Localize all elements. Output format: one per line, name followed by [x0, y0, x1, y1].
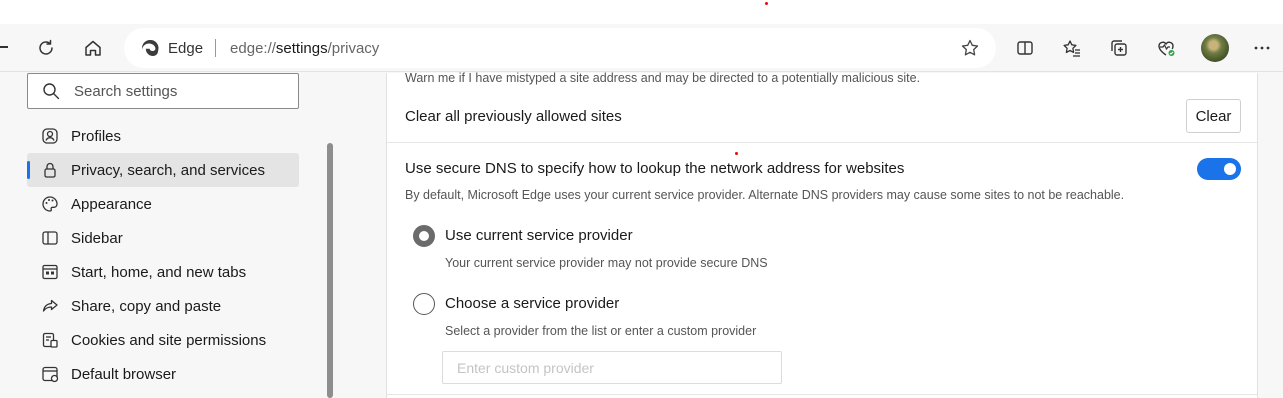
sidebar-item-label: Sidebar [71, 229, 123, 247]
sidebar-scrollbar-thumb[interactable] [327, 143, 333, 398]
search-settings-input[interactable] [74, 82, 274, 100]
secure-dns-title: Use secure DNS to specify how to lookup … [405, 160, 905, 177]
start-page-icon [42, 264, 58, 280]
refresh-button[interactable] [30, 32, 62, 64]
custom-provider-input[interactable] [442, 351, 782, 384]
back-icon[interactable] [0, 46, 8, 48]
refresh-icon [39, 39, 53, 55]
browser-essentials-button[interactable] [1150, 32, 1182, 64]
collections-button[interactable] [1103, 32, 1135, 64]
choose-provider-description: Select a provider from the list or enter… [445, 324, 757, 338]
address-separator [215, 39, 217, 57]
sidebar-item-label: Share, copy and paste [71, 297, 222, 315]
star-icon[interactable] [960, 38, 980, 58]
more-button[interactable] [1246, 32, 1278, 64]
recording-indicator [735, 152, 738, 155]
share-icon [42, 299, 58, 312]
sidebar-item-label: Privacy, search, and services [71, 161, 265, 179]
split-screen-icon [1017, 41, 1033, 55]
section-divider [387, 394, 1257, 395]
privacy-settings-card: Warn me if I have mistyped a site addres… [386, 71, 1258, 398]
current-provider-label[interactable]: Use current service provider [445, 227, 633, 244]
sidebar-item-profiles[interactable]: Profiles [27, 119, 299, 153]
sidebar-item-cookies[interactable]: Cookies and site permissions [27, 323, 299, 357]
collections-icon [1111, 40, 1127, 56]
address-bar[interactable]: Edge edge://settings/privacy [124, 28, 996, 68]
recording-indicator [765, 2, 768, 5]
sidebar-item-share[interactable]: Share, copy and paste [27, 289, 299, 323]
url-host: settings [275, 39, 328, 57]
radio-choose-provider[interactable] [413, 293, 435, 315]
profile-icon [42, 128, 58, 144]
secure-dns-toggle[interactable] [1197, 158, 1241, 180]
home-button[interactable] [77, 32, 109, 64]
split-screen-button[interactable] [1009, 32, 1041, 64]
profile-avatar[interactable] [1201, 34, 1229, 62]
secure-dns-description: By default, Microsoft Edge uses your cur… [405, 188, 1125, 202]
browser-toolbar: Edge edge://settings/privacy [0, 24, 1283, 72]
sidebar-item-label: Default browser [71, 365, 177, 383]
sidebar-item-default-browser[interactable]: Default browser [27, 357, 299, 391]
window-top-strip [0, 0, 1283, 24]
clear-button[interactable]: Clear [1186, 99, 1241, 133]
search-settings-box[interactable] [27, 73, 299, 109]
sidebar-item-sidebar[interactable]: Sidebar [27, 221, 299, 255]
edge-logo-icon [142, 39, 159, 56]
sidebar-item-label: Cookies and site permissions [71, 331, 267, 349]
url-text[interactable]: edge://settings/privacy [230, 40, 379, 57]
url-scheme: edge:// [230, 39, 276, 57]
sidebar-item-label: Start, home, and new tabs [71, 263, 247, 281]
home-icon [85, 40, 101, 56]
sidebar-item-label: Profiles [71, 127, 122, 145]
browser-essentials-icon [1158, 41, 1175, 56]
edge-label: Edge [168, 39, 204, 57]
toggle-knob [1224, 163, 1236, 175]
default-browser-icon [42, 366, 59, 383]
clear-allowed-sites-title: Clear all previously allowed sites [405, 108, 622, 125]
palette-icon [42, 196, 58, 212]
cookies-icon [42, 332, 58, 348]
sidebar-icon [42, 231, 58, 245]
sidebar-item-appearance[interactable]: Appearance [27, 187, 299, 221]
radio-current-provider[interactable] [413, 225, 435, 247]
url-path: /privacy [327, 39, 380, 57]
section-divider [387, 142, 1257, 143]
choose-provider-label[interactable]: Choose a service provider [445, 295, 619, 312]
sidebar-item-start-home[interactable]: Start, home, and new tabs [27, 255, 299, 289]
search-icon [43, 83, 60, 100]
favorites-button[interactable] [1056, 32, 1088, 64]
sidebar-item-label: Appearance [71, 195, 152, 213]
current-provider-description: Your current service provider may not pr… [445, 256, 768, 270]
sidebar-item-privacy[interactable]: Privacy, search, and services [27, 153, 299, 187]
more-icon [1254, 46, 1270, 50]
settings-sidebar: Profiles Privacy, search, and services A… [0, 73, 334, 398]
lock-icon [44, 162, 56, 178]
settings-nav: Profiles Privacy, search, and services A… [27, 119, 299, 391]
typo-warning-description: Warn me if I have mistyped a site addres… [405, 71, 921, 85]
favorites-icon [1063, 40, 1080, 57]
